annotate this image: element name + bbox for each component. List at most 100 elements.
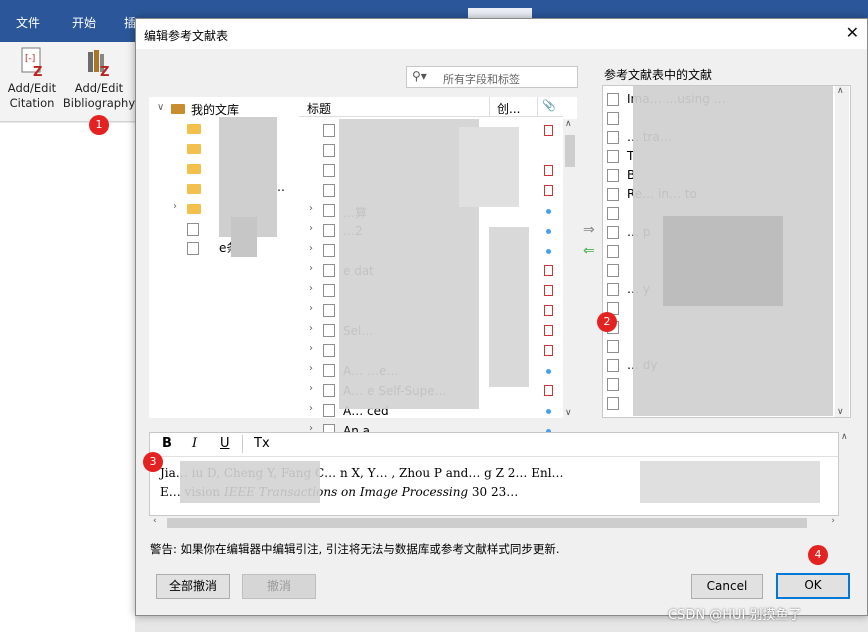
dialog-titlebar: 编辑参考文献表 ✕ <box>136 19 867 49</box>
chevron-right-icon[interactable]: › <box>309 363 313 374</box>
underline-button[interactable]: U <box>220 436 230 451</box>
chevron-right-icon[interactable]: › <box>309 383 313 394</box>
right-list-scrollbar[interactable]: ∧ ∨ <box>835 86 849 417</box>
bold-button[interactable]: B <box>162 436 172 451</box>
word-ribbon: [-] Z Add/Edit Citation Z Add/Edit Bibli… <box>0 42 140 122</box>
document-page[interactable] <box>0 123 135 632</box>
pdf-icon <box>544 345 553 356</box>
unfiled-icon <box>187 242 199 255</box>
document-icon <box>607 131 619 144</box>
pdf-icon <box>544 285 553 296</box>
document-icon <box>323 324 335 337</box>
svg-text:[-]: [-] <box>25 54 35 64</box>
badge-1: 1 <box>89 115 109 135</box>
tab-file[interactable]: 文件 <box>16 14 40 31</box>
chevron-right-icon: › <box>173 201 177 212</box>
link-icon <box>546 209 551 214</box>
citation-editor[interactable]: B I U Tx Jia… iu D, Cheng Y, Fang C… n X… <box>149 432 839 516</box>
bibliography-items-list[interactable]: Ima… …using …… tra…TBRe… in… to… p… y… d… <box>602 85 851 418</box>
chevron-right-icon[interactable]: › <box>309 283 313 294</box>
blurred-region <box>489 227 529 387</box>
document-icon <box>323 344 335 357</box>
folder-icon <box>187 144 201 154</box>
pdf-icon <box>544 385 553 396</box>
blurred-region <box>339 119 479 409</box>
revert-button[interactable]: 撤消 <box>242 574 316 599</box>
document-icon <box>323 184 335 197</box>
document-icon <box>607 169 619 182</box>
link-icon <box>546 229 551 234</box>
pdf-icon <box>544 185 553 196</box>
italic-button[interactable]: I <box>192 436 197 451</box>
editor-hscrollbar[interactable]: ‹ › <box>149 516 839 530</box>
document-icon <box>607 207 619 220</box>
document-icon <box>323 244 335 257</box>
bibliography-icon: Z <box>86 46 112 80</box>
pdf-icon <box>544 125 553 136</box>
search-input[interactable]: ⚲▾ 所有字段和标签 <box>406 66 578 88</box>
document-icon <box>323 264 335 277</box>
svg-text:Z: Z <box>100 65 109 78</box>
folder-icon <box>187 164 201 174</box>
pdf-icon <box>544 165 553 176</box>
badge-4: 4 <box>808 545 828 565</box>
folder-icon <box>187 204 201 214</box>
ok-button[interactable]: OK <box>776 573 850 599</box>
editor-scrollbar[interactable]: ∧ <box>839 432 853 516</box>
add-edit-citation-button[interactable]: [-] Z Add/Edit Citation <box>4 46 60 111</box>
remove-arrow-icon[interactable]: ⇐ <box>583 243 595 259</box>
document-icon <box>607 359 619 372</box>
chevron-right-icon[interactable]: › <box>309 403 313 414</box>
link-icon <box>546 369 551 374</box>
pdf-icon <box>544 305 553 316</box>
chevron-right-icon[interactable]: › <box>309 243 313 254</box>
add-edit-bibliography-button[interactable]: Z Add/Edit Bibliography <box>62 46 136 111</box>
clear-format-button[interactable]: Tx <box>254 436 270 451</box>
chevron-right-icon[interactable]: › <box>309 303 313 314</box>
column-creator[interactable]: 创... <box>497 100 520 117</box>
document-icon <box>187 223 199 236</box>
chevron-down-icon: ∨ <box>157 102 165 113</box>
watermark: CSDN @HUI 别摸鱼了 <box>668 608 802 623</box>
document-icon <box>323 204 335 217</box>
link-icon <box>546 249 551 254</box>
folder-icon <box>187 184 201 194</box>
cancel-button[interactable]: Cancel <box>691 574 763 599</box>
chevron-right-icon[interactable]: › <box>309 203 313 214</box>
column-title[interactable]: 标题 <box>307 100 331 117</box>
citation-icon: [-] Z <box>19 46 45 80</box>
document-icon <box>323 124 335 137</box>
document-icon <box>323 304 335 317</box>
document-icon <box>323 284 335 297</box>
folder-icon <box>187 124 201 134</box>
attachment-icon[interactable]: 📎 <box>542 99 556 112</box>
add-arrow-icon[interactable]: ⇒ <box>583 222 595 238</box>
blurred-region <box>663 216 783 306</box>
list-scrollbar[interactable]: ∧ ∨ <box>563 119 577 418</box>
close-icon[interactable]: ✕ <box>846 23 859 42</box>
warning-text: 警告: 如果你在编辑器中编辑引注, 引注将无法与数据库或参考文献样式同步更新. <box>150 542 560 556</box>
chevron-right-icon[interactable]: › <box>309 223 313 234</box>
document-icon <box>607 340 619 353</box>
chevron-right-icon[interactable]: › <box>309 323 313 334</box>
svg-text:Z: Z <box>33 65 42 78</box>
chevron-right-icon[interactable]: › <box>309 343 313 354</box>
document-icon <box>323 224 335 237</box>
document-icon <box>607 245 619 258</box>
document-icon <box>323 164 335 177</box>
library-tree[interactable]: ∨ 我的文库 › … e条目 <box>149 97 299 418</box>
bibliography-items-header: 参考文献表中的文献 <box>604 68 713 82</box>
blurred-region <box>231 217 257 257</box>
document-icon <box>323 144 335 157</box>
document-icon <box>607 93 619 106</box>
chevron-right-icon[interactable]: › <box>309 263 313 274</box>
library-root[interactable]: 我的文库 <box>191 101 239 118</box>
document-icon <box>607 150 619 163</box>
badge-3: 3 <box>143 452 163 472</box>
pdf-icon <box>544 325 553 336</box>
tab-home[interactable]: 开始 <box>72 14 96 31</box>
item-list[interactable]: 标题 创... 📎 ›…算›…2››e dat›››Sel…››A… …e…›A… <box>299 97 577 438</box>
revert-all-button[interactable]: 全部撤消 <box>156 574 230 599</box>
blurred-region <box>180 461 320 503</box>
format-toolbar: B I U Tx <box>150 433 838 457</box>
